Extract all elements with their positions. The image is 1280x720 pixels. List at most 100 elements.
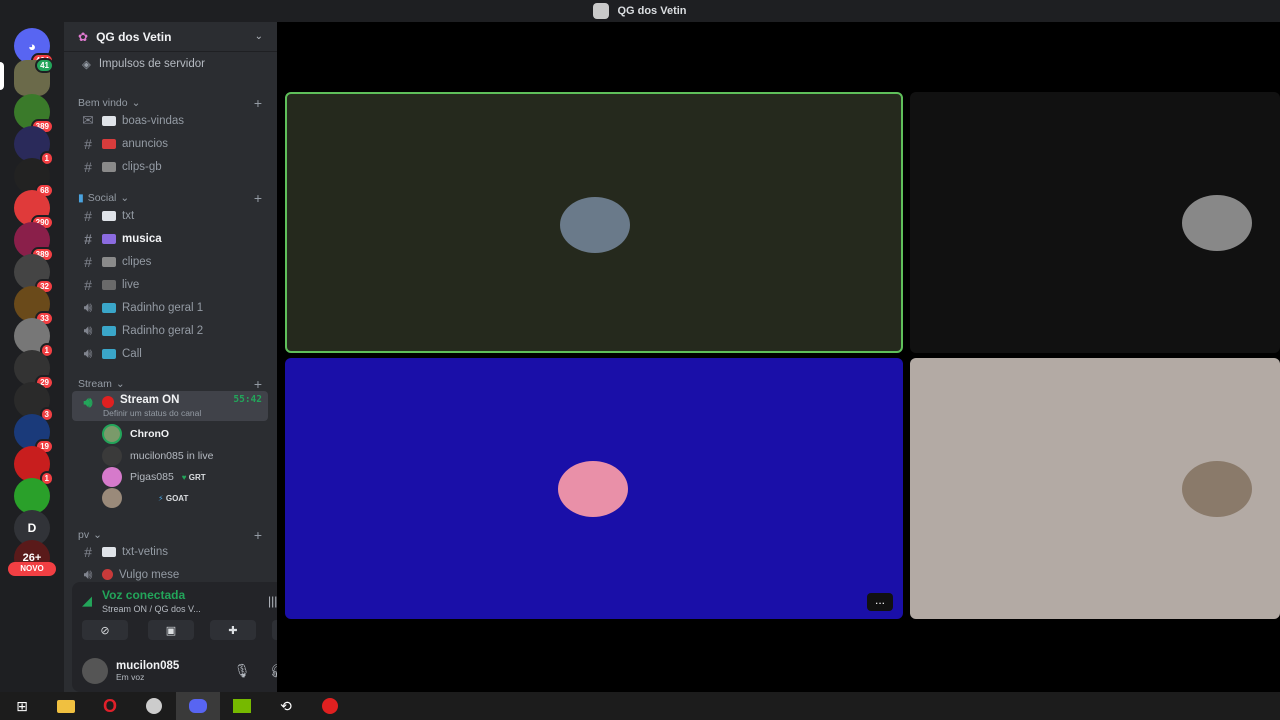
voice-user[interactable]: Pigas085 ♥ GRT — [102, 467, 206, 487]
add-channel-icon[interactable]: + — [254, 376, 262, 392]
camera-off-button[interactable]: ⊘ — [82, 620, 128, 640]
voice-user[interactable]: ⚡ GOAT — [102, 488, 188, 508]
server-boosts-link[interactable]: ◈ Impulsos de servidor — [64, 52, 277, 76]
speaker-icon: 🔊︎ — [83, 299, 93, 315]
voice-connected-label[interactable]: Voz conectada — [102, 588, 201, 602]
guild-header[interactable]: ✿ QG dos Vetin ⌄ — [64, 22, 277, 52]
channel-clipes[interactable]: # clipes — [72, 251, 268, 272]
channel-radinho-geral-2[interactable]: 🔊︎ Radinho geral 2 — [72, 320, 268, 341]
server-icon-13[interactable]: 1 — [14, 446, 54, 486]
channel-call[interactable]: 🔊︎ Call — [72, 343, 268, 364]
username: mucilon085 — [116, 660, 180, 672]
hash-icon: # — [84, 135, 92, 152]
noise-suppression-icon[interactable]: ||| — [268, 594, 277, 608]
camera-off-icon: ⊘ — [100, 624, 110, 637]
server-icon-10[interactable]: 29 — [14, 350, 54, 390]
server-icon-6[interactable]: 389 — [14, 222, 54, 262]
channel-musica[interactable]: # musica — [72, 228, 268, 249]
activities-button[interactable]: ✚ — [210, 620, 256, 640]
participant-tile[interactable] — [910, 92, 1280, 353]
channel-txt[interactable]: # txt — [72, 205, 268, 226]
participant-tile[interactable] — [910, 358, 1280, 619]
taskbar-file-explorer[interactable] — [44, 692, 88, 720]
channel-label: Radinho geral 2 — [122, 324, 204, 337]
add-channel-icon[interactable]: + — [254, 190, 262, 206]
channel-radinho-geral-1[interactable]: 🔊︎ Radinho geral 1 — [72, 297, 268, 318]
app-icon — [146, 698, 162, 714]
channel-txt-vetins[interactable]: # txt-vetins — [72, 541, 268, 562]
channel-label: Stream ON — [120, 394, 180, 406]
signal-icon: ◢ — [82, 593, 92, 608]
hash-icon: # — [84, 158, 92, 175]
folder-icon — [57, 699, 75, 713]
role-tag: ♥ GRT — [182, 473, 206, 482]
avatar — [102, 446, 122, 466]
voice-user[interactable]: ChronO — [102, 424, 169, 444]
taskbar-nvidia[interactable] — [220, 692, 264, 720]
taskbar-app-3[interactable] — [308, 692, 352, 720]
server-icon-3[interactable]: 1 — [14, 126, 54, 166]
channel-label: Radinho geral 1 — [122, 301, 204, 314]
server-icon-2[interactable]: 389 — [14, 94, 54, 134]
channel-label: Vulgo mese — [119, 568, 180, 581]
server-qg-dos-vetin[interactable]: 41 — [14, 58, 54, 96]
screen-share-button[interactable]: ▣ — [148, 620, 194, 640]
title-bar: QG dos Vetin — [0, 0, 1280, 22]
chevron-down-icon: ⌄ — [120, 192, 130, 204]
channel-status-hint[interactable]: Definir um status do canal — [103, 408, 201, 418]
participant-tile-speaking[interactable] — [285, 92, 903, 353]
taskbar-opera[interactable]: O — [88, 692, 132, 720]
boost-label: Impulsos de servidor — [98, 58, 205, 70]
guild-flower-icon: ✿ — [78, 29, 89, 44]
role-tag: ⚡ GOAT — [158, 494, 188, 503]
voice-user-name: mucilon085 in live — [130, 450, 214, 462]
server-icon-5[interactable]: 290 — [14, 190, 54, 230]
lightning-icon: ⚡ — [158, 493, 164, 503]
flag-emoji-icon — [102, 115, 116, 126]
channel-stream-on[interactable]: 🔊︎ Stream ON 55:42 Definir um status do … — [72, 391, 268, 421]
server-icon-12[interactable]: 19 — [14, 414, 54, 454]
voice-user[interactable]: mucilon085 in live — [102, 446, 213, 466]
start-button[interactable]: ⊞ — [0, 692, 44, 720]
taskbar-app-2[interactable]: ⟲ — [264, 692, 308, 720]
participant-tile[interactable]: ... — [285, 358, 903, 619]
rules-channel-icon: ✉ — [82, 112, 94, 128]
category-social[interactable]: ▮ Social ⌄ + — [78, 190, 262, 206]
boost-icon: ◈ — [82, 59, 91, 71]
channel-label: boas-vindas — [122, 114, 185, 127]
discord-logo-icon: ◕ — [28, 38, 36, 54]
category-stream[interactable]: Stream ⌄ + — [78, 376, 262, 392]
server-icon-14[interactable] — [14, 478, 50, 514]
windows-taskbar: ⊞ O ⟲ — [0, 692, 1280, 720]
more-options-button[interactable]: ... — [867, 593, 893, 611]
voice-user-name: Pigas085 — [130, 471, 174, 483]
avatar — [560, 197, 630, 253]
server-icon-7[interactable]: 32 — [14, 254, 54, 294]
server-icon-11[interactable]: 3 — [14, 382, 54, 422]
category-label: Stream — [78, 378, 112, 390]
channel-clips-gb[interactable]: # clips-gb — [72, 156, 268, 177]
epic-icon: ⟲ — [280, 697, 292, 714]
channel-label: clipes — [122, 255, 152, 268]
server-initial: D — [27, 521, 37, 535]
taskbar-app[interactable] — [132, 692, 176, 720]
microphone-icon[interactable]: 🎙︎ — [228, 663, 256, 679]
channel-boas-vindas[interactable]: ✉ boas-vindas — [72, 110, 268, 131]
category-bem-vindo[interactable]: Bem vindo ⌄ + — [78, 95, 262, 111]
server-icon-8[interactable]: 33 — [14, 286, 54, 326]
taskbar-discord[interactable] — [176, 692, 220, 720]
channel-live[interactable]: # live — [72, 274, 268, 295]
server-icon-4[interactable]: 68 — [14, 158, 54, 198]
voice-location[interactable]: Stream ON / QG dos V... — [102, 604, 201, 614]
chevron-down-icon: ⌄ — [93, 529, 102, 541]
hash-icon: # — [84, 207, 92, 224]
channel-label: musica — [122, 232, 162, 245]
server-rail: ◕ 464 41 389 1 68 290 389 32 33 1 29 3 1… — [0, 22, 64, 692]
hash-icon: # — [84, 230, 92, 247]
voice-user-name: ChronO — [130, 428, 170, 440]
avatar[interactable] — [82, 658, 108, 684]
channel-anuncios[interactable]: # anuncios — [72, 133, 268, 154]
activities-icon: ✚ — [228, 624, 238, 637]
server-icon-9[interactable]: 1 — [14, 318, 54, 358]
add-channel-icon[interactable]: + — [254, 95, 262, 111]
